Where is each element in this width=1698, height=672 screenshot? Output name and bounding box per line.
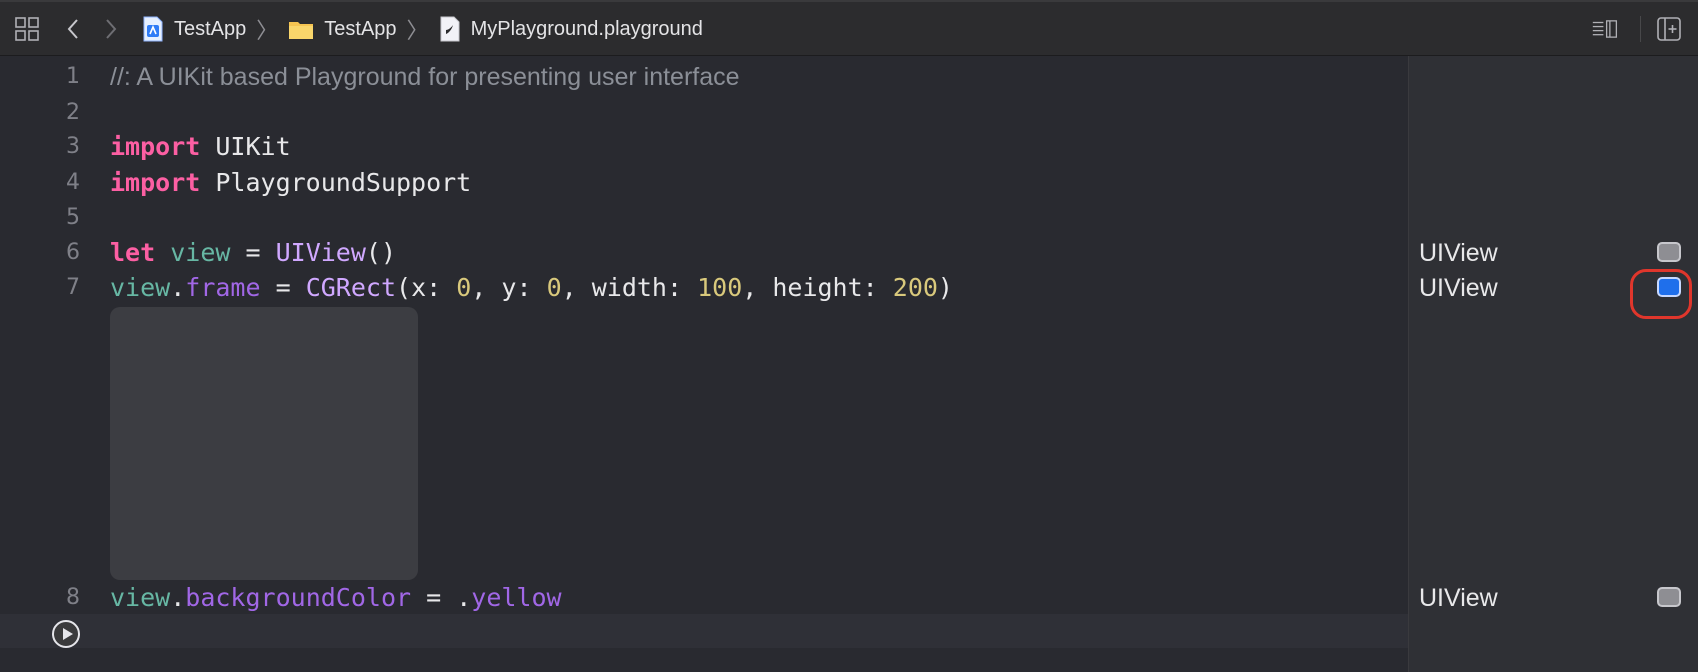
related-items-grid-icon[interactable] [14, 16, 40, 42]
xcode-project-icon [143, 16, 163, 42]
code-line[interactable]: 3 import UIKit [0, 130, 1408, 164]
keyword-token: let [110, 238, 156, 267]
type-token: UIView [275, 238, 366, 267]
code-text: view.frame = CGRect(x: 0, y: 0, width: 1… [110, 273, 953, 302]
back-chevron-icon[interactable] [60, 16, 86, 42]
quick-look-toggle-icon[interactable] [1657, 587, 1681, 607]
breadcrumb-item-folder[interactable]: TestApp [288, 17, 397, 41]
line-number: 4 [66, 170, 80, 195]
breadcrumb-label: TestApp [324, 17, 397, 40]
toolbar-divider [1640, 16, 1641, 42]
breadcrumb-separator: 〉 [256, 18, 279, 43]
code-token: UIKit [200, 132, 291, 161]
code-token: . [170, 273, 186, 302]
code-token: , width: [561, 273, 698, 302]
type-token: CGRect [305, 273, 397, 302]
property-token: yellow [471, 583, 562, 612]
number-token: 100 [697, 273, 743, 302]
editor-options-icon[interactable] [1592, 16, 1618, 42]
breadcrumb-item-project[interactable]: TestApp [142, 16, 246, 42]
property-token: frame [185, 273, 261, 302]
keyword-token: import [110, 168, 201, 197]
add-editor-split-icon[interactable] [1656, 16, 1682, 42]
code-token: , y: [471, 273, 547, 302]
quick-look-toggle-icon[interactable] [1657, 242, 1681, 262]
code-token: PlaygroundSupport [200, 168, 472, 197]
result-row: UIView [1419, 581, 1689, 615]
code-line[interactable]: 4 import PlaygroundSupport [0, 166, 1408, 200]
code-text: view.backgroundColor = .yellow [110, 583, 562, 612]
results-sidebar: UIView UIView UIView [1408, 56, 1698, 672]
line-number: 1 [66, 64, 80, 89]
result-label: UIView [1419, 274, 1498, 302]
run-playground-button[interactable] [52, 620, 80, 648]
line-number: 8 [66, 585, 80, 610]
keyword-token: import [110, 132, 201, 161]
annotation-highlight-ring [1630, 269, 1692, 319]
breadcrumb-item-playground[interactable]: MyPlayground.playground [439, 16, 703, 42]
code-text: //: A UIKit based Playground for present… [110, 62, 740, 92]
code-token: , height: [742, 273, 893, 302]
line-number: 6 [66, 240, 80, 265]
variable-token: view [110, 273, 171, 302]
comment-token: //: A UIKit based Playground for present… [110, 63, 740, 91]
variable-token: view [110, 583, 171, 612]
code-line[interactable]: 2 [0, 96, 1408, 130]
code-line[interactable]: 7 view.frame = CGRect(x: 0, y: 0, width:… [0, 271, 1408, 305]
line-number: 7 [66, 275, 80, 300]
breadcrumb-separator: 〉 [406, 18, 429, 43]
result-label: UIView [1419, 239, 1498, 267]
breadcrumb-label: MyPlayground.playground [470, 17, 703, 40]
code-token: = [260, 273, 306, 302]
code-text: let view = UIView() [110, 238, 396, 267]
line-number: 3 [66, 134, 80, 159]
code-token: ) [937, 273, 953, 302]
number-token: 0 [456, 273, 472, 302]
code-line[interactable]: 8 view.backgroundColor = .yellow [0, 581, 1408, 615]
line-number: 5 [66, 205, 80, 230]
code-line[interactable]: 1 //: A UIKit based Playground for prese… [0, 60, 1408, 94]
editor-toolbar: TestApp 〉 TestApp 〉 MyPlayground.playgro… [0, 2, 1698, 56]
forward-chevron-icon[interactable] [98, 16, 124, 42]
variable-token: view [170, 238, 231, 267]
code-text: import UIKit [110, 132, 291, 161]
result-label: UIView [1419, 584, 1498, 612]
code-token: (x: [396, 273, 457, 302]
breadcrumb: TestApp 〉 TestApp 〉 MyPlayground.playgro… [142, 2, 703, 56]
code-token: . [170, 583, 186, 612]
code-text: import PlaygroundSupport [110, 168, 471, 197]
source-editor[interactable]: 1 //: A UIKit based Playground for prese… [0, 56, 1408, 672]
code-line[interactable]: 5 [0, 201, 1408, 235]
xcode-window: TestApp 〉 TestApp 〉 MyPlayground.playgro… [0, 0, 1698, 672]
result-row: UIView [1419, 236, 1689, 270]
number-token: 0 [546, 273, 562, 302]
code-token: = [230, 238, 276, 267]
current-line-highlight [0, 614, 1408, 648]
code-line[interactable]: 6 let view = UIView() [0, 236, 1408, 270]
code-token: = . [411, 583, 472, 612]
inline-result-preview[interactable] [110, 307, 418, 580]
line-number: 2 [66, 100, 80, 125]
property-token: backgroundColor [185, 583, 412, 612]
number-token: 200 [892, 273, 938, 302]
folder-icon [289, 22, 314, 39]
code-token: () [365, 238, 397, 267]
breadcrumb-label: TestApp [174, 17, 247, 40]
playground-file-icon [440, 16, 460, 42]
